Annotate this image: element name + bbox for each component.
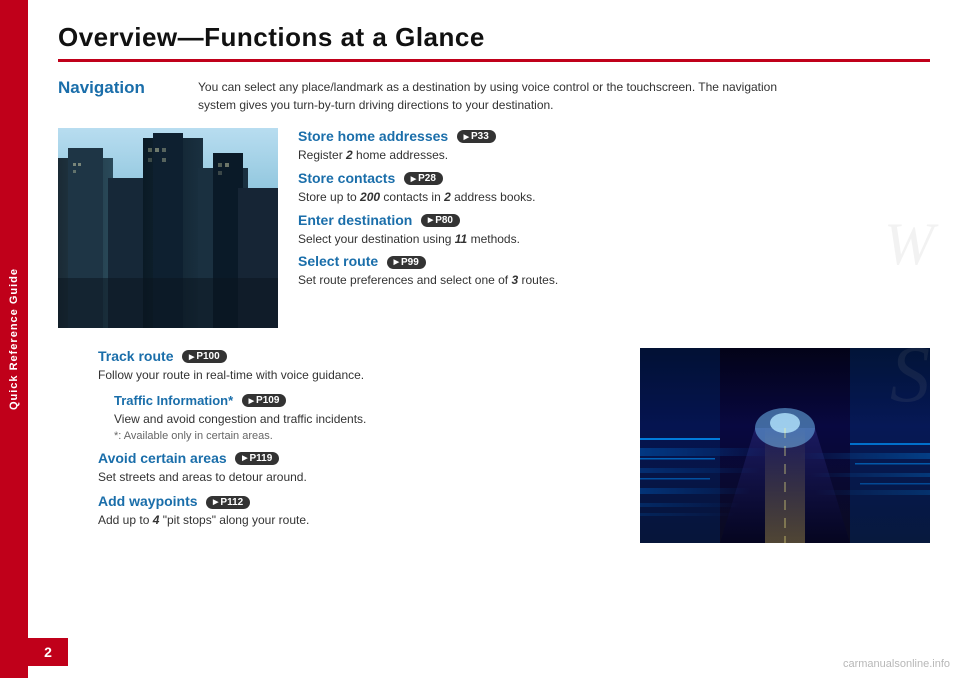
watermark: carmanualsonline.info [843,658,950,670]
feature-add-waypoints-title: Add waypoints [98,493,198,509]
feature-enter-destination: Enter destination P80 Select your destin… [298,212,930,248]
lower-content-row: Track route P100 Follow your route in re… [58,348,930,543]
sidebar-label: Quick Reference Guide [8,268,20,410]
feature-add-waypoints: Add waypoints P112 Add up to 4 "pit stop… [98,493,620,529]
sidebar: Quick Reference Guide [0,0,28,678]
building-image [58,128,278,328]
feature-enter-destination-ref: P80 [421,214,460,227]
feature-store-home-desc: Register 2 home addresses. [298,147,930,164]
feature-track-route-desc: Follow your route in real-time with voic… [98,367,620,384]
feature-traffic-info: Traffic Information* P109 View and avoid… [114,392,620,442]
compass-w-decoration: W [884,210,934,279]
feature-add-waypoints-desc: Add up to 4 "pit stops" along your route… [98,512,620,529]
lower-feature-list: Track route P100 Follow your route in re… [58,348,620,543]
upper-feature-list: Store home addresses P33 Register 2 home… [298,128,930,328]
feature-avoid-areas-ref: P119 [235,452,279,465]
feature-track-route-title: Track route [98,348,173,364]
feature-select-route: Select route P99 Set route preferences a… [298,253,930,289]
feature-enter-destination-title: Enter destination [298,212,412,228]
feature-track-route-ref: P100 [182,350,227,363]
feature-enter-destination-desc: Select your destination using 11 methods… [298,231,930,248]
feature-store-home: Store home addresses P33 Register 2 home… [298,128,930,164]
compass-s-decoration: S [890,330,930,421]
feature-traffic-info-footnote: *: Available only in certain areas. [114,430,620,442]
feature-avoid-areas: Avoid certain areas P119 Set streets and… [98,450,620,486]
feature-store-home-title: Store home addresses [298,128,448,144]
feature-add-waypoints-ref: P112 [206,496,250,509]
feature-track-route: Track route P100 Follow your route in re… [98,348,620,384]
feature-traffic-info-ref: P109 [242,394,287,407]
feature-select-route-desc: Set route preferences and select one of … [298,272,930,289]
feature-select-route-title: Select route [298,253,378,269]
navigation-section: Navigation You can select any place/land… [58,78,930,114]
feature-store-home-ref: P33 [457,130,496,143]
page-number: 2 [28,638,68,666]
feature-store-contacts-title: Store contacts [298,170,395,186]
feature-store-contacts: Store contacts P28 Store up to 200 conta… [298,170,930,206]
road-image [640,348,930,543]
upper-content-row: Store home addresses P33 Register 2 home… [58,128,930,328]
feature-avoid-areas-desc: Set streets and areas to detour around. [98,469,620,486]
main-content: Overview—Functions at a Glance Navigatio… [28,0,960,678]
navigation-label: Navigation [58,78,198,114]
navigation-description: You can select any place/landmark as a d… [198,78,778,114]
feature-avoid-areas-title: Avoid certain areas [98,450,227,466]
page-title: Overview—Functions at a Glance [58,22,930,62]
feature-traffic-info-desc: View and avoid congestion and traffic in… [114,411,620,428]
feature-store-contacts-ref: P28 [404,172,443,185]
feature-store-contacts-desc: Store up to 200 contacts in 2 address bo… [298,189,930,206]
feature-traffic-info-title: Traffic Information* [114,393,233,408]
feature-select-route-ref: P99 [387,256,426,269]
